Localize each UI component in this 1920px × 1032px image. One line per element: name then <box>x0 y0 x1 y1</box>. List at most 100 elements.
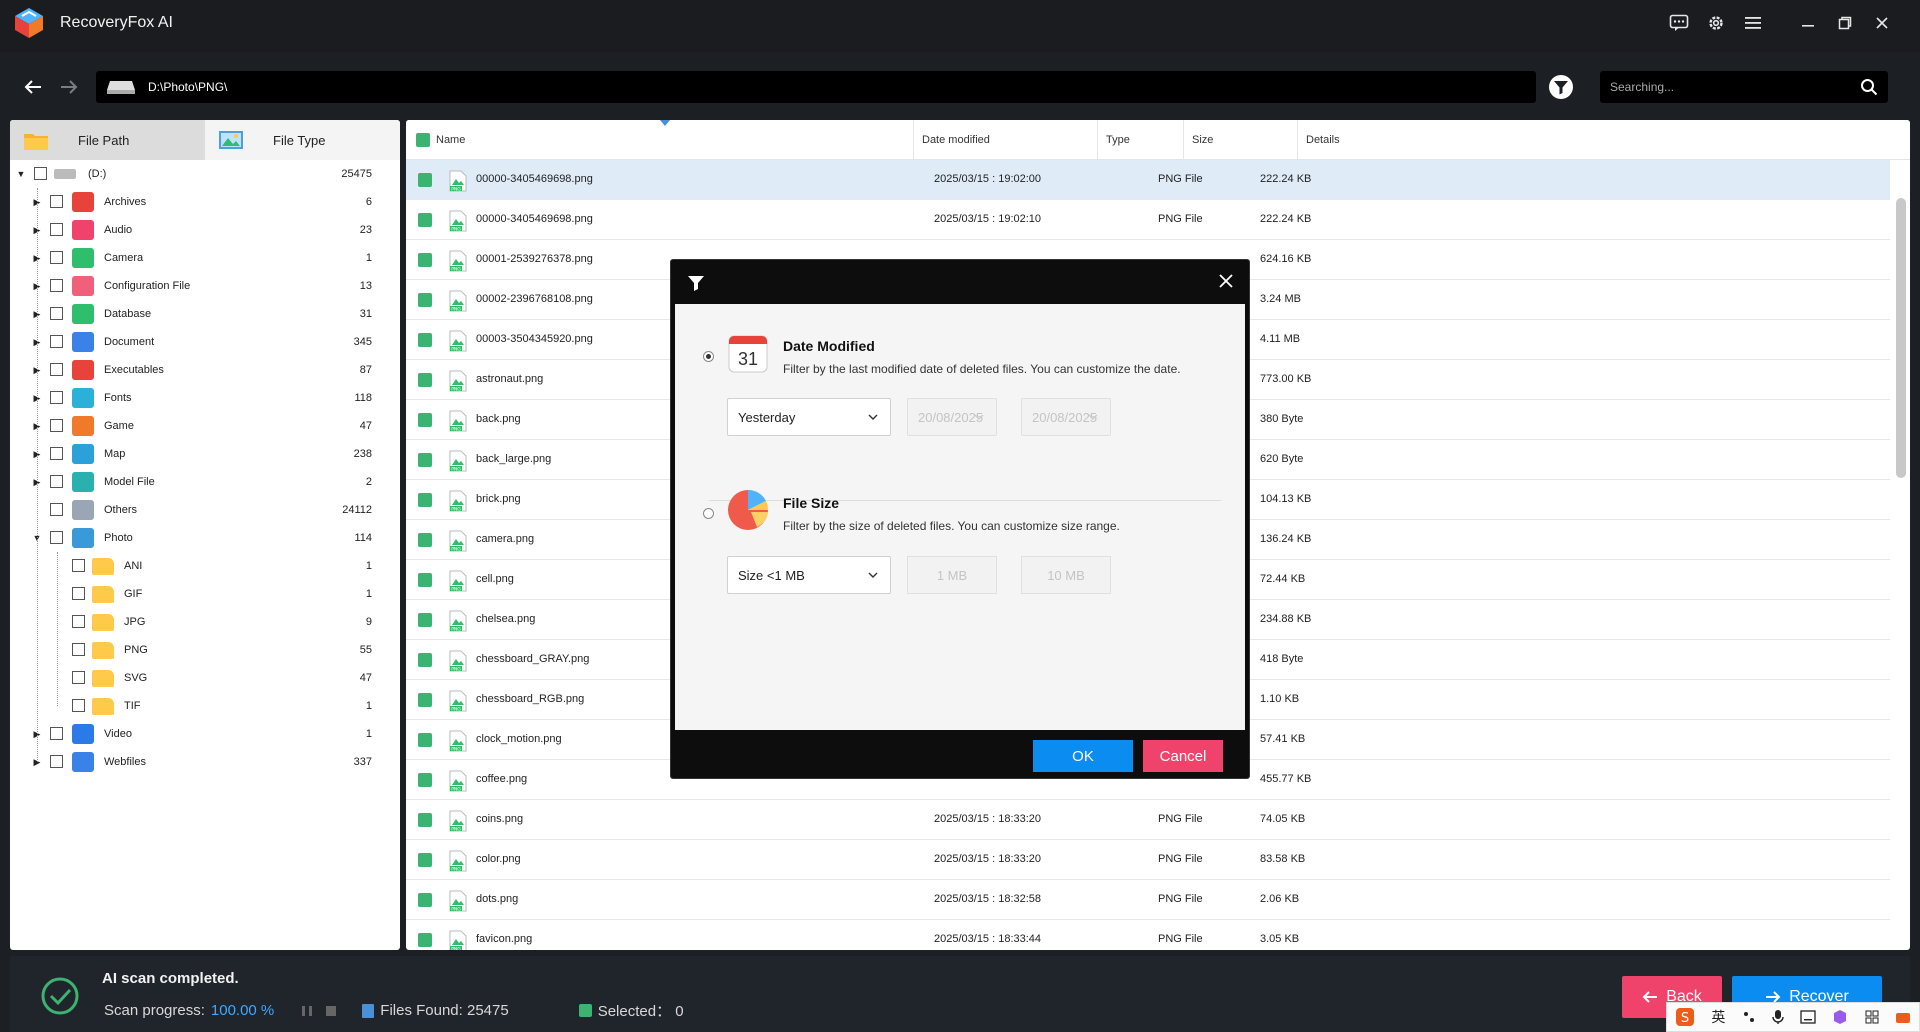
address-bar[interactable]: D:\Photo\PNG\ <box>96 71 1536 103</box>
gear-icon[interactable] <box>1697 10 1734 36</box>
tree-checkbox[interactable] <box>50 279 63 292</box>
tree-checkbox[interactable] <box>50 447 63 460</box>
row-checkbox[interactable] <box>418 333 432 347</box>
tree-checkbox[interactable] <box>34 167 47 180</box>
tree-item-png[interactable]: PNG 55 <box>10 636 400 664</box>
row-checkbox[interactable] <box>418 813 432 827</box>
tree-item-others[interactable]: Others 24112 <box>10 496 400 524</box>
tree-checkbox[interactable] <box>50 755 63 768</box>
header-size[interactable]: Size <box>1184 120 1298 160</box>
toolbox-icon[interactable] <box>1895 1010 1911 1024</box>
tree-item-database[interactable]: ▶ Database 31 <box>10 300 400 328</box>
tree-item-video[interactable]: ▶ Video 1 <box>10 720 400 748</box>
tree-checkbox[interactable] <box>72 699 85 712</box>
date-to-select[interactable]: 20/08/2025 <box>1021 398 1111 436</box>
header-date[interactable]: Date modified <box>914 120 1098 160</box>
close-icon[interactable] <box>1863 10 1900 36</box>
tree-item-document[interactable]: ▶ Document 345 <box>10 328 400 356</box>
tree-checkbox[interactable] <box>50 195 63 208</box>
date-modified-radio[interactable] <box>703 351 714 362</box>
row-checkbox[interactable] <box>418 653 432 667</box>
select-all-checkbox[interactable] <box>416 133 430 147</box>
row-checkbox[interactable] <box>418 893 432 907</box>
tree-item-fonts[interactable]: ▶ Fonts 118 <box>10 384 400 412</box>
tree-checkbox[interactable] <box>50 391 63 404</box>
row-checkbox[interactable] <box>418 853 432 867</box>
menu-icon[interactable] <box>1734 10 1771 36</box>
tree-checkbox[interactable] <box>72 671 85 684</box>
row-checkbox[interactable] <box>418 613 432 627</box>
tree-checkbox[interactable] <box>50 251 63 264</box>
tree-item-ani[interactable]: ANI 1 <box>10 552 400 580</box>
tree-item-photo[interactable]: ▼ Photo 114 <box>10 524 400 552</box>
grid-icon[interactable] <box>1865 1010 1879 1024</box>
row-checkbox[interactable] <box>418 733 432 747</box>
punctuation-icon[interactable] <box>1742 1010 1756 1024</box>
tree-item-map[interactable]: ▶ Map 238 <box>10 440 400 468</box>
size-preset-select[interactable]: Size <1 MB <box>727 556 891 594</box>
tree-checkbox[interactable] <box>50 531 63 544</box>
tree-root-drive[interactable]: ▼ (D:) 25475 <box>10 160 400 188</box>
search-icon[interactable] <box>1860 78 1878 96</box>
row-checkbox[interactable] <box>418 693 432 707</box>
size-max-input[interactable]: 10 MB <box>1021 556 1111 594</box>
tree-item-executables[interactable]: ▶ Executables 87 <box>10 356 400 384</box>
minimize-icon[interactable] <box>1789 10 1826 36</box>
chat-icon[interactable] <box>1660 10 1697 36</box>
date-preset-select[interactable]: Yesterday <box>727 398 891 436</box>
tree-checkbox[interactable] <box>50 335 63 348</box>
search-box[interactable] <box>1600 71 1888 103</box>
row-checkbox[interactable] <box>418 213 432 227</box>
row-checkbox[interactable] <box>418 493 432 507</box>
filter-icon[interactable] <box>1548 74 1574 100</box>
file-row[interactable]: PNG dots.png 2025/03/15 : 18:32:58 PNG File… <box>406 880 1890 920</box>
ok-button[interactable]: OK <box>1033 740 1133 772</box>
tree-checkbox[interactable] <box>50 419 63 432</box>
tree-item-audio[interactable]: ▶ Audio 23 <box>10 216 400 244</box>
tree-checkbox[interactable] <box>50 363 63 376</box>
microphone-icon[interactable] <box>1772 1009 1784 1025</box>
tree-checkbox[interactable] <box>50 727 63 740</box>
tree-checkbox[interactable] <box>50 223 63 236</box>
tree-checkbox[interactable] <box>72 559 85 572</box>
tree-item-tif[interactable]: TIF 1 <box>10 692 400 720</box>
tree-checkbox[interactable] <box>72 643 85 656</box>
date-from-select[interactable]: 20/08/2025 <box>907 398 997 436</box>
tree-checkbox[interactable] <box>50 475 63 488</box>
file-size-radio[interactable] <box>703 508 714 519</box>
file-row[interactable]: PNG 00000-3405469698.png 2025/03/15 : 19:0… <box>406 160 1890 200</box>
tree-item-archives[interactable]: ▶ Archives 6 <box>10 188 400 216</box>
row-checkbox[interactable] <box>418 453 432 467</box>
tree-checkbox[interactable] <box>72 587 85 600</box>
ime-logo-icon[interactable]: S <box>1675 1007 1695 1027</box>
pause-icon[interactable] <box>300 1004 314 1018</box>
expand-down-icon[interactable]: ▼ <box>16 169 26 179</box>
tree-checkbox[interactable] <box>72 615 85 628</box>
row-checkbox[interactable] <box>418 253 432 267</box>
header-name[interactable]: Name <box>406 120 914 160</box>
row-checkbox[interactable] <box>418 773 432 787</box>
size-min-input[interactable]: 1 MB <box>907 556 997 594</box>
tree-item-configuration-file[interactable]: ▶ Configuration File 13 <box>10 272 400 300</box>
row-checkbox[interactable] <box>418 413 432 427</box>
header-type[interactable]: Type <box>1098 120 1184 160</box>
search-input[interactable] <box>1610 77 1850 97</box>
tree-item-svg[interactable]: SVG 47 <box>10 664 400 692</box>
file-row[interactable]: PNG color.png 2025/03/15 : 18:33:20 PNG Fil… <box>406 840 1890 880</box>
forward-arrow-icon[interactable] <box>54 72 84 102</box>
ime-language[interactable]: 英 <box>1711 1007 1725 1027</box>
maximize-icon[interactable] <box>1826 10 1863 36</box>
row-checkbox[interactable] <box>418 573 432 587</box>
tree-item-jpg[interactable]: JPG 9 <box>10 608 400 636</box>
tab-file-path[interactable]: File Path <box>10 120 205 160</box>
tree-item-camera[interactable]: ▶ Camera 1 <box>10 244 400 272</box>
tab-file-type[interactable]: File Type <box>205 120 400 160</box>
cancel-button[interactable]: Cancel <box>1143 740 1223 772</box>
tree-item-game[interactable]: ▶ Game 47 <box>10 412 400 440</box>
header-details[interactable]: Details <box>1298 120 1898 160</box>
file-row[interactable]: PNG 00000-3405469698.png 2025/03/15 : 19:0… <box>406 200 1890 240</box>
vertical-scrollbar[interactable] <box>1896 198 1906 478</box>
file-row[interactable]: PNG favicon.png 2025/03/15 : 18:33:44 PNG F… <box>406 920 1890 950</box>
tree-checkbox[interactable] <box>50 503 63 516</box>
tree-checkbox[interactable] <box>50 307 63 320</box>
